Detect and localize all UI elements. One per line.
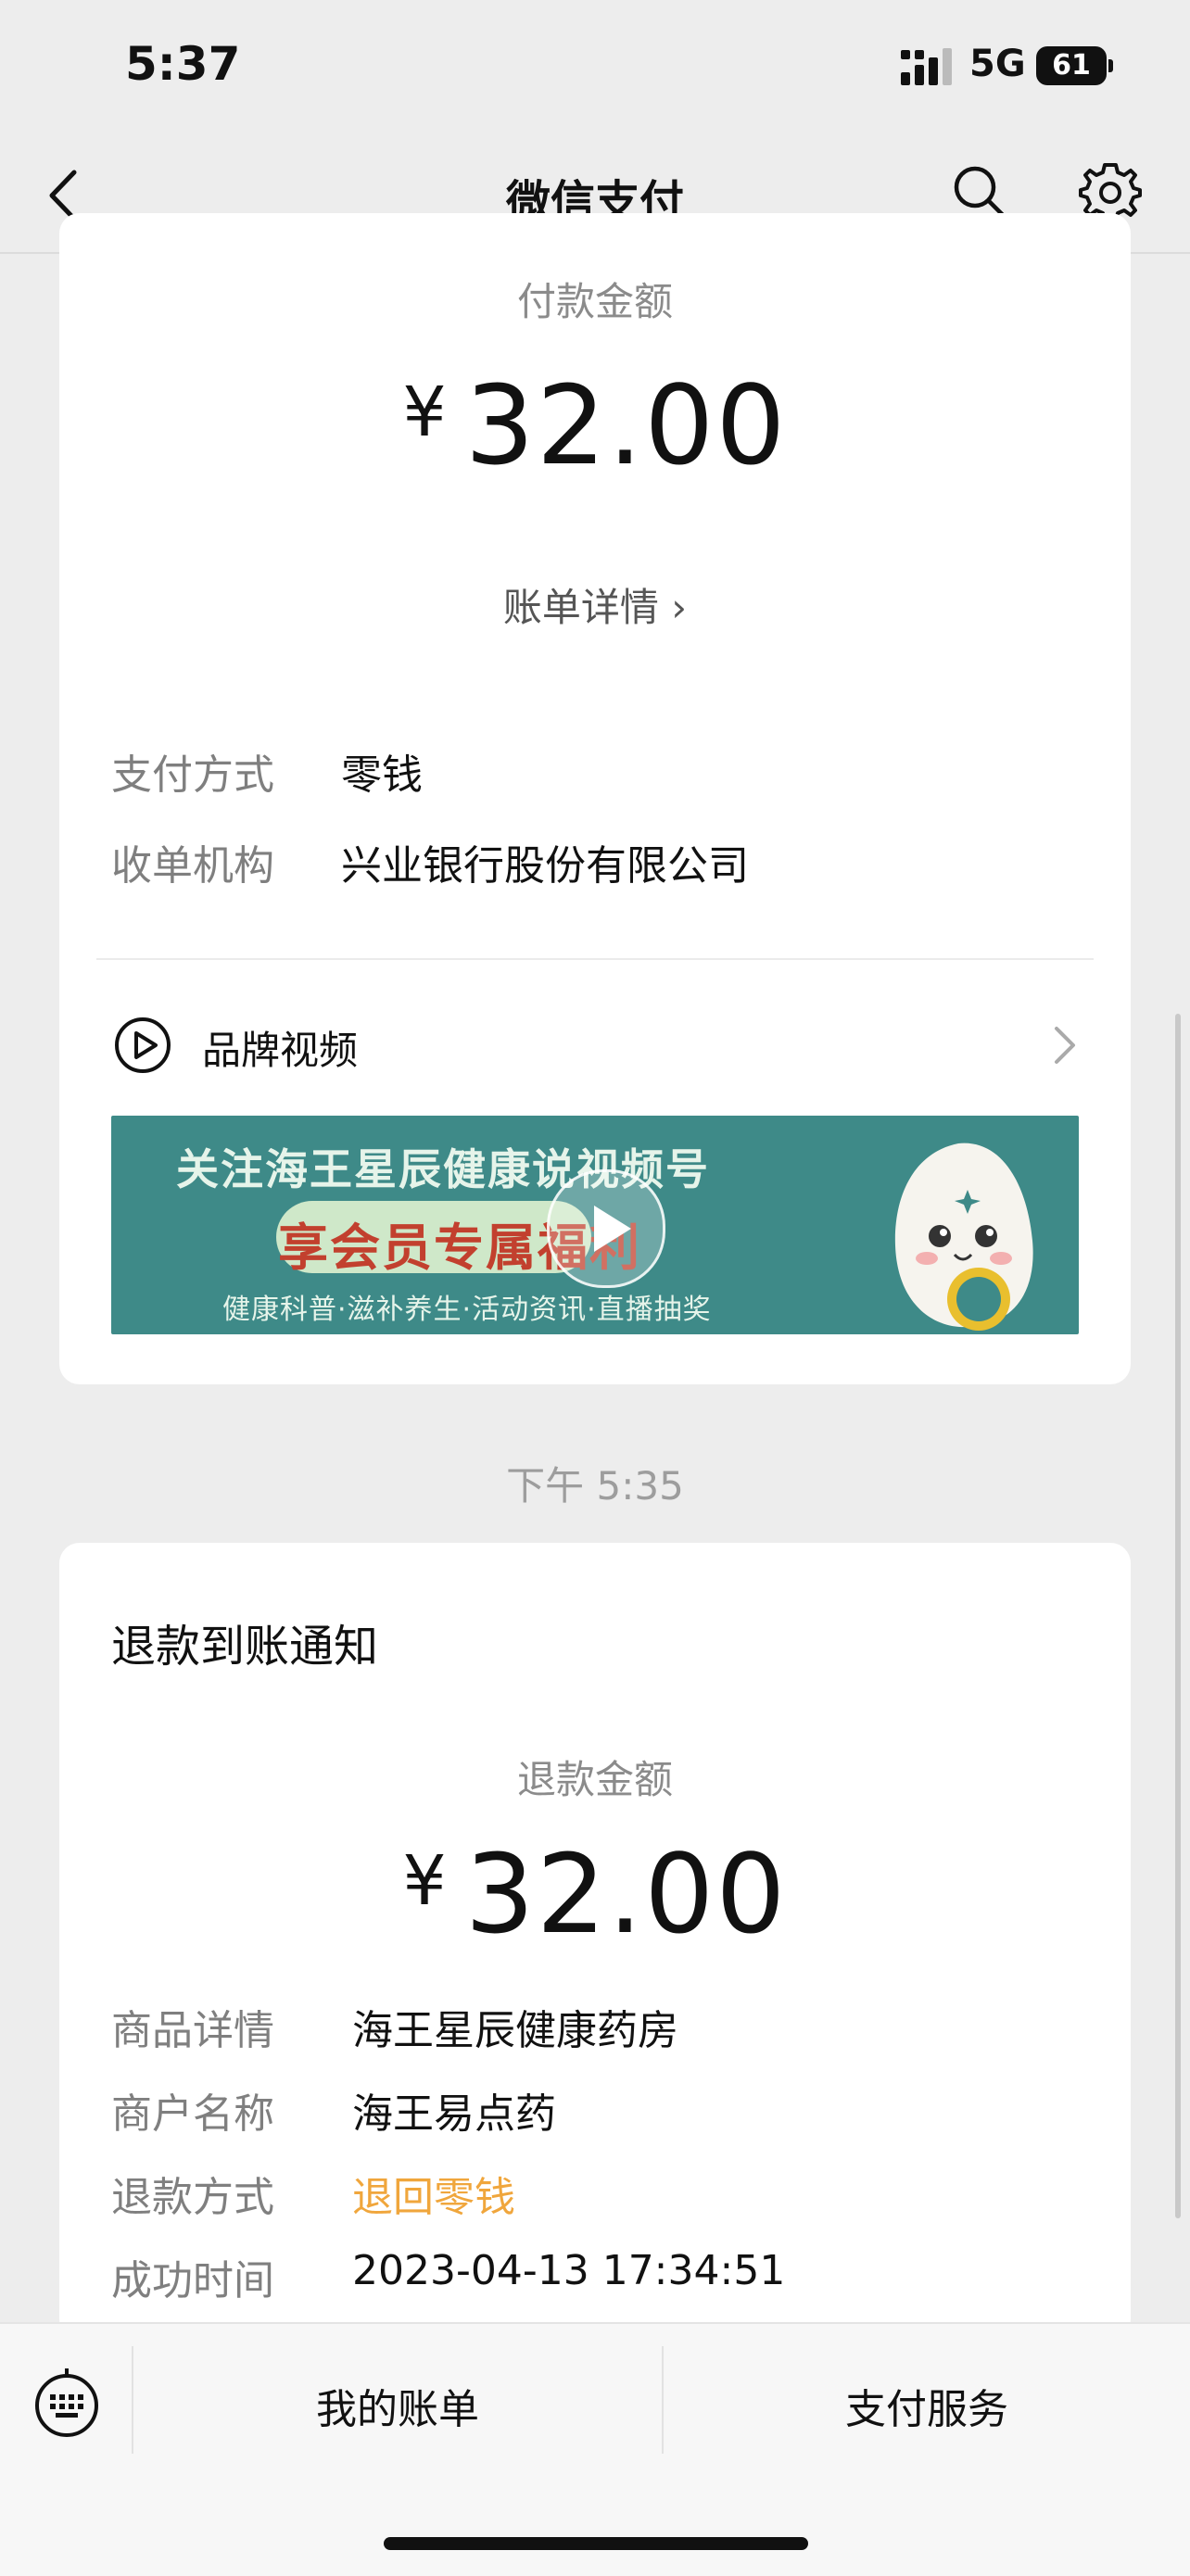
row-label: 成功时间 bbox=[111, 2257, 274, 2305]
row-label: 退款方式 bbox=[111, 2174, 274, 2221]
row-value: 2023-04-13 17:34:51 bbox=[352, 2247, 786, 2294]
row-value: 兴业银行股份有限公司 bbox=[341, 842, 749, 890]
message-timestamp: 下午 5:35 bbox=[506, 1463, 684, 1509]
mascot-image bbox=[894, 1143, 1033, 1331]
row-value: 零钱 bbox=[341, 751, 423, 799]
network-type: 5G bbox=[969, 43, 1026, 85]
status-time: 5:37 bbox=[125, 37, 241, 91]
brand-video-label: 品牌视频 bbox=[202, 1028, 359, 1073]
row-value: 海王星辰健康药房 bbox=[352, 2007, 678, 2054]
payment-amount: ¥32.00 bbox=[59, 361, 1131, 489]
amount-value: 32.00 bbox=[464, 361, 788, 489]
search-icon[interactable] bbox=[949, 161, 1008, 221]
row-label: 商品详情 bbox=[111, 2007, 274, 2054]
row-label: 支付方式 bbox=[111, 751, 274, 799]
tab-my-bills[interactable]: 我的账单 bbox=[133, 2376, 662, 2435]
home-indicator[interactable] bbox=[384, 2537, 808, 2550]
battery-tip bbox=[1108, 59, 1113, 72]
chevron-right-icon bbox=[1055, 1027, 1075, 1064]
amount-value: 32.00 bbox=[464, 1830, 788, 1958]
divider bbox=[96, 958, 1094, 960]
battery-icon: 61 bbox=[1036, 46, 1107, 85]
tab-payment-services[interactable]: 支付服务 bbox=[664, 2376, 1190, 2435]
refund-card[interactable]: 退款到账通知 退款金额 ¥32.00 商品详情 海王星辰健康药房 商户名称 海王… bbox=[59, 1543, 1131, 2340]
play-circle-icon bbox=[115, 1017, 171, 1073]
currency-symbol: ¥ bbox=[402, 1841, 449, 1921]
signal-icon bbox=[901, 48, 952, 85]
card-title: 退款到账通知 bbox=[111, 1621, 379, 1673]
refund-method-value: 退回零钱 bbox=[352, 2174, 515, 2221]
refund-amount: ¥32.00 bbox=[59, 1830, 1131, 1958]
row-label: 收单机构 bbox=[111, 842, 274, 890]
row-value: 海王易点药 bbox=[352, 2090, 556, 2138]
amount-label: 付款金额 bbox=[516, 279, 673, 324]
keyboard-icon[interactable] bbox=[33, 2365, 100, 2439]
scrollbar[interactable] bbox=[1175, 1014, 1181, 2218]
amount-label: 退款金额 bbox=[516, 1757, 673, 1802]
bill-detail-link[interactable]: 账单详情 › bbox=[59, 576, 1131, 633]
play-button[interactable] bbox=[547, 1169, 665, 1288]
payment-card: 付款金额 ¥32.00 账单详情 › 支付方式 零钱 收单机构 兴业银行股份有限… bbox=[59, 213, 1131, 1384]
brand-video-row[interactable]: 品牌视频 bbox=[59, 1001, 1131, 1093]
banner-tagline: 健康科普·滋补养生·活动资讯·直播抽奖 bbox=[222, 1294, 712, 1326]
currency-symbol: ¥ bbox=[402, 373, 449, 452]
row-label: 商户名称 bbox=[111, 2090, 274, 2138]
brand-video-banner[interactable]: 关注海王星辰健康说视频号 享会员专属福利 健康科普·滋补养生·活动资讯·直播抽奖 bbox=[111, 1116, 1079, 1334]
status-bar: 5:37 5G 61 bbox=[0, 0, 1190, 139]
